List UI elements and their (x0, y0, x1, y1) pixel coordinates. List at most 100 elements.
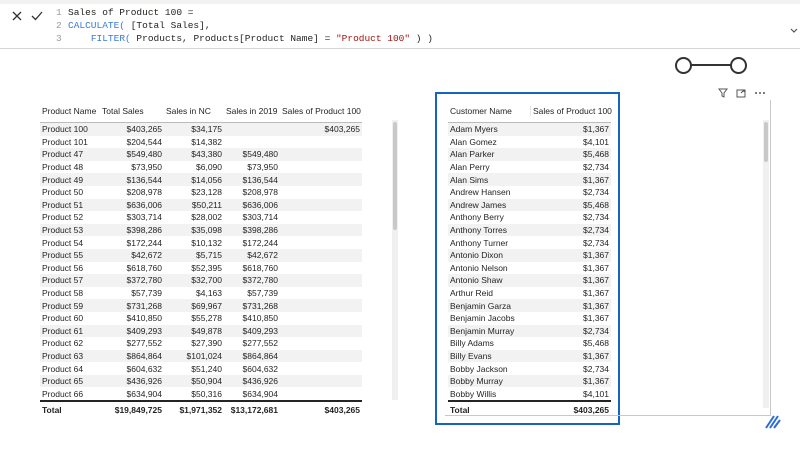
cell-sales-nc: $27,390 (191, 338, 222, 349)
cell-total-sales: $636,006 (126, 199, 162, 210)
table-row[interactable]: Arthur Reid $1,367 (448, 287, 611, 300)
table-row[interactable]: Bobby Willis $4,101 (448, 387, 611, 400)
products-table-scrollbar[interactable] (392, 120, 398, 400)
cell-customer-name: Bobby Murray (450, 376, 503, 387)
table-row[interactable]: Product 50 $208,978 $23,128 $208,978 (40, 186, 362, 199)
cell-total-sales: $208,978 (126, 187, 162, 198)
column-header-total-sales[interactable]: Total Sales (100, 106, 164, 116)
cell-sales-nc: $52,395 (191, 262, 222, 273)
table-row[interactable]: Product 47 $549,480 $43,380 $549,480 (40, 148, 362, 161)
column-header-product-name[interactable]: Product Name (40, 106, 100, 116)
cell-sales-nc: $28,002 (191, 212, 222, 223)
dax-editor[interactable]: 1 Sales of Product 100 = 2 CALCULATE( [Tot… (56, 6, 433, 45)
column-header-sales-product-100[interactable]: Sales of Product 100 (280, 106, 362, 116)
table-row[interactable]: Product 62 $277,552 $27,390 $277,552 (40, 337, 362, 350)
table-row[interactable]: Benjamin Garza $1,367 (448, 299, 611, 312)
table-row[interactable]: Benjamin Murray $2,734 (448, 324, 611, 338)
table-row[interactable]: Antonio Nelson $1,367 (448, 262, 611, 275)
cell-sales-nc: $69,967 (191, 300, 222, 311)
cell-customer-sales: $2,734 (583, 237, 609, 248)
cell-sales-nc: $32,700 (191, 275, 222, 286)
table-row[interactable]: Alan Sims $1,367 (448, 173, 611, 186)
cell-customer-name: Billy Adams (450, 338, 494, 349)
products-table-total: Total $19,849,725 $1,971,352 $13,172,681… (40, 400, 362, 417)
expand-formula-icon[interactable] (790, 26, 798, 36)
table-row[interactable]: Adam Myers $1,367 (448, 123, 611, 136)
table-row[interactable]: Alan Parker $5,468 (448, 148, 611, 161)
column-header-customer-sales-product-100[interactable]: Sales of Product 100 (530, 106, 612, 116)
formula-bar[interactable]: 1 Sales of Product 100 = 2 CALCULATE( [Tot… (0, 4, 800, 49)
table-row[interactable]: Product 58 $57,739 $4,163 $57,739 (40, 287, 362, 300)
table-row[interactable]: Benjamin Jacobs $1,367 (448, 312, 611, 325)
table-row[interactable]: Product 49 $136,544 $14,056 $136,544 (40, 173, 362, 186)
table-row[interactable]: Alan Gomez $4,101 (448, 136, 611, 149)
cell-product-name: Product 48 (42, 162, 84, 173)
cell-customer-name: Alan Parker (450, 149, 495, 160)
table-row[interactable]: Product 100 $403,265 $34,175 $403,265 (40, 123, 362, 136)
table-row[interactable]: Bobby Murray $1,367 (448, 374, 611, 388)
cell-total-sales: $604,632 (126, 363, 162, 374)
table-row[interactable]: Product 51 $636,006 $50,211 $636,006 (40, 198, 362, 212)
cell-sales-nc: $101,024 (186, 350, 222, 361)
table-row[interactable]: Alan Perry $2,734 (448, 161, 611, 174)
cell-sales-nc: $49,878 (191, 325, 222, 336)
table-row[interactable]: Product 61 $409,293 $49,878 $409,293 (40, 324, 362, 338)
customer-table-scrollbar[interactable] (763, 120, 769, 408)
cell-total-sales: $403,265 (126, 124, 162, 135)
table-row[interactable]: Product 60 $410,850 $55,278 $410,850 (40, 312, 362, 325)
table-row[interactable]: Product 54 $172,244 $10,132 $172,244 (40, 236, 362, 249)
table-row[interactable]: Andrew James $5,468 (448, 198, 611, 212)
table-row[interactable]: Billy Evans $1,367 (448, 349, 611, 363)
table-row[interactable]: Product 66 $634,904 $50,316 $634,904 (40, 387, 362, 400)
table-row[interactable]: Antonio Shaw $1,367 (448, 274, 611, 287)
cell-sales-2019: $410,850 (242, 313, 278, 324)
table-row[interactable]: Product 57 $372,780 $32,700 $372,780 (40, 274, 362, 287)
cell-product-name: Product 63 (42, 350, 84, 361)
table-row[interactable]: Product 65 $436,926 $50,904 $436,926 (40, 374, 362, 388)
close-icon[interactable] (8, 7, 26, 25)
cell-sales-2019: $864,864 (242, 350, 278, 361)
table-row[interactable]: Product 64 $604,632 $51,240 $604,632 (40, 362, 362, 375)
column-header-sales-2019[interactable]: Sales in 2019 (224, 106, 280, 116)
table-row[interactable]: Andrew Hansen $2,734 (448, 186, 611, 199)
customer-table-scroll-thumb[interactable] (764, 122, 768, 162)
table-row[interactable]: Product 59 $731,268 $69,967 $731,268 (40, 299, 362, 312)
cell-sales-2019: $618,760 (242, 262, 278, 273)
column-header-sales-in-nc[interactable]: Sales in NC (164, 106, 224, 116)
slicer-start-handle[interactable] (675, 57, 692, 74)
table-row[interactable]: Product 52 $303,714 $28,002 $303,714 (40, 211, 362, 224)
table-row[interactable]: Anthony Turner $2,734 (448, 236, 611, 249)
table-row[interactable]: Product 53 $398,286 $35,098 $398,286 (40, 223, 362, 237)
checkmark-icon[interactable] (28, 7, 46, 25)
table-row[interactable]: Product 56 $618,760 $52,395 $618,760 (40, 262, 362, 275)
slicer-end-handle[interactable] (730, 57, 747, 74)
cell-customer-sales: $1,367 (583, 350, 609, 361)
cell-customer-name: Benjamin Garza (450, 300, 511, 311)
cell-product-name: Product 100 (42, 124, 88, 135)
table-row[interactable]: Product 101 $204,544 $14,382 (40, 136, 362, 149)
column-header-customer-name[interactable]: Customer Name (448, 106, 530, 116)
cell-sales-nc: $34,175 (191, 124, 222, 135)
table-row[interactable]: Product 48 $73,950 $6,090 $73,950 (40, 161, 362, 174)
cell-customer-name: Anthony Berry (450, 212, 504, 223)
cell-customer-name: Alan Perry (450, 162, 490, 173)
cell-sales-2019: $409,293 (242, 325, 278, 336)
table-row[interactable]: Anthony Torres $2,734 (448, 223, 611, 237)
cell-sales-nc: $43,380 (191, 149, 222, 160)
cell-sales-nc: $50,211 (191, 199, 222, 210)
cell-product-name: Product 57 (42, 275, 84, 286)
table-row[interactable]: Product 55 $42,672 $5,715 $42,672 (40, 248, 362, 262)
table-row[interactable]: Antonio Dixon $1,367 (448, 248, 611, 262)
table-row[interactable]: Bobby Jackson $2,734 (448, 362, 611, 375)
table-row[interactable]: Product 63 $864,864 $101,024 $864,864 (40, 349, 362, 363)
cell-customer-name: Benjamin Murray (450, 325, 515, 336)
cell-customer-sales: $2,734 (583, 187, 609, 198)
products-table-scroll-thumb[interactable] (393, 122, 397, 230)
cell-total-sales: $549,480 (126, 149, 162, 160)
cell-total-sales: $204,544 (126, 136, 162, 147)
cell-sales-nc: $6,090 (196, 162, 222, 173)
table-row[interactable]: Billy Adams $5,468 (448, 337, 611, 350)
formula-line-2: 2 CALCULATE( [Total Sales], (56, 20, 211, 31)
table-row[interactable]: Anthony Berry $2,734 (448, 211, 611, 224)
date-slicer[interactable] (640, 48, 770, 88)
